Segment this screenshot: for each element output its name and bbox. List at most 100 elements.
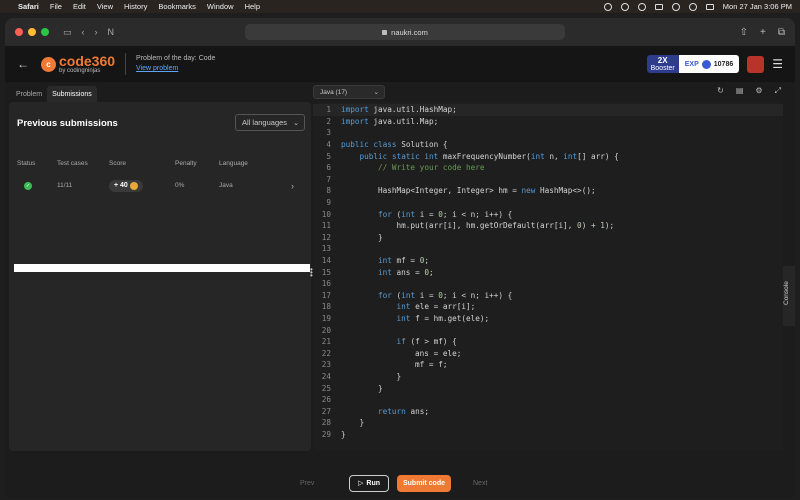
avatar[interactable]: [747, 55, 765, 73]
code-text[interactable]: if (f > mf) {: [341, 337, 457, 346]
settings-gear-icon[interactable]: ⚙: [755, 86, 762, 96]
code-text[interactable]: for (int i = 0; i < n; i++) {: [341, 210, 512, 219]
battery-icon[interactable]: [654, 3, 663, 10]
code-text[interactable]: public class Solution {: [341, 140, 448, 149]
code-line[interactable]: 3: [313, 127, 783, 139]
code-line[interactable]: 8 HashMap<Integer, Integer> hm = new Has…: [313, 185, 783, 197]
code-line[interactable]: 14 int mf = 0;: [313, 255, 783, 267]
new-tab-icon[interactable]: +: [760, 27, 766, 38]
code-line[interactable]: 22 ans = ele;: [313, 348, 783, 360]
code-text[interactable]: }: [341, 372, 402, 381]
language-filter-select[interactable]: All languages ⌄: [235, 114, 305, 131]
code-text[interactable]: int ele = arr[i];: [341, 302, 476, 311]
code-line[interactable]: 26: [313, 394, 783, 406]
next-button[interactable]: Next: [473, 475, 487, 492]
code-line[interactable]: 25 }: [313, 382, 783, 394]
wifi-icon[interactable]: [671, 2, 680, 11]
code-line[interactable]: 5 public static int maxFrequencyNumber(i…: [313, 150, 783, 162]
code-line[interactable]: 17 for (int i = 0; i < n; i++) {: [313, 290, 783, 302]
menu-file[interactable]: File: [50, 2, 62, 11]
code-line[interactable]: 10 for (int i = 0; i < n; i++) {: [313, 208, 783, 220]
spotlight-search-icon[interactable]: [688, 2, 697, 11]
code-line[interactable]: 18 int ele = arr[i];: [313, 301, 783, 313]
code-line[interactable]: 11 hm.put(arr[i], hm.getOrDefault(arr[i]…: [313, 220, 783, 232]
code-text[interactable]: HashMap<Integer, Integer> hm = new HashM…: [341, 186, 596, 195]
menu-app-name[interactable]: Safari: [18, 2, 39, 11]
code-line[interactable]: 12 }: [313, 232, 783, 244]
code-line[interactable]: 16: [313, 278, 783, 290]
notes-icon[interactable]: ▤: [736, 86, 744, 96]
menu-view[interactable]: View: [97, 2, 113, 11]
zoom-window-icon[interactable]: [41, 28, 49, 36]
code-text[interactable]: }: [341, 233, 383, 242]
menu-bookmarks[interactable]: Bookmarks: [158, 2, 196, 11]
code-text[interactable]: import java.util.Map;: [341, 117, 438, 126]
code-text[interactable]: public static int maxFrequencyNumber(int…: [341, 152, 619, 161]
code-text[interactable]: ans = ele;: [341, 349, 461, 358]
clock[interactable]: Mon 27 Jan 3:06 PM: [723, 2, 792, 11]
code-line[interactable]: 19 int f = hm.get(ele);: [313, 313, 783, 325]
code-text[interactable]: // Write your code here: [341, 163, 484, 172]
code-line[interactable]: 20: [313, 324, 783, 336]
view-problem-link[interactable]: View problem: [136, 64, 215, 74]
code-line[interactable]: 4 public class Solution {: [313, 139, 783, 151]
submit-code-button[interactable]: Submit code: [397, 474, 451, 492]
code-line[interactable]: 29}: [313, 429, 783, 441]
code-text[interactable]: int f = hm.get(ele);: [341, 314, 490, 323]
tab-problem[interactable]: Problem: [11, 86, 47, 102]
code-text[interactable]: hm.put(arr[i], hm.getOrDefault(arr[i], 0…: [341, 221, 615, 230]
table-row[interactable]: ✓ 11/11 + 40 0% Java ›: [9, 173, 311, 198]
code-line[interactable]: 2 import java.util.Map;: [313, 116, 783, 128]
code-line[interactable]: 27 return ans;: [313, 406, 783, 418]
chevron-right-icon[interactable]: ›: [291, 173, 294, 198]
sidebar-toggle-icon[interactable]: ▭: [63, 27, 72, 38]
forward-nav-icon[interactable]: ›: [95, 27, 98, 37]
code-text[interactable]: import java.util.HashMap;: [341, 105, 457, 114]
tab-overview-icon[interactable]: ⧉: [778, 27, 785, 38]
menu-help[interactable]: Help: [245, 2, 260, 11]
back-arrow-icon[interactable]: ←: [17, 57, 29, 71]
share-icon[interactable]: ⇧: [740, 27, 748, 38]
focus-icon[interactable]: [603, 2, 612, 11]
minimize-window-icon[interactable]: [28, 28, 36, 36]
menu-window[interactable]: Window: [207, 2, 234, 11]
address-bar[interactable]: naukri.com: [245, 24, 565, 40]
code-line[interactable]: 15 int ans = 0;: [313, 266, 783, 278]
reset-code-icon[interactable]: ↻: [717, 86, 724, 96]
fullscreen-icon[interactable]: ⤢: [775, 86, 781, 96]
back-nav-icon[interactable]: ‹: [82, 27, 85, 37]
code-text[interactable]: }: [341, 384, 383, 393]
code-text[interactable]: }: [341, 430, 346, 439]
code-line[interactable]: 7: [313, 174, 783, 186]
editor-language-select[interactable]: Java (17) ⌄: [313, 85, 385, 99]
code-line[interactable]: 24 }: [313, 371, 783, 383]
code-editor[interactable]: 1 import java.util.HashMap; 2 import java.u…: [313, 102, 783, 450]
code-text[interactable]: }: [341, 418, 365, 427]
menu-history[interactable]: History: [124, 2, 147, 11]
code-text[interactable]: mf = f;: [341, 360, 447, 369]
hamburger-menu-icon[interactable]: ☰: [772, 57, 783, 71]
code-line[interactable]: 28 }: [313, 417, 783, 429]
bluetooth-icon[interactable]: [620, 2, 629, 11]
code-text[interactable]: return ans;: [341, 407, 429, 416]
moon-icon[interactable]: [637, 2, 646, 11]
console-toggle[interactable]: Console: [783, 266, 795, 326]
code-line[interactable]: 1 import java.util.HashMap;: [313, 104, 783, 116]
prev-button[interactable]: Prev: [300, 475, 314, 492]
code-line[interactable]: 6 // Write your code here: [313, 162, 783, 174]
close-window-icon[interactable]: [15, 28, 23, 36]
tab-submissions[interactable]: Submissions: [47, 86, 97, 102]
code-line[interactable]: 9: [313, 197, 783, 209]
code-text[interactable]: for (int i = 0; i < n; i++) {: [341, 291, 512, 300]
notion-icon[interactable]: N: [108, 27, 115, 37]
code-line[interactable]: 23 mf = f;: [313, 359, 783, 371]
exp-widget[interactable]: 2X Booster EXP 10786: [646, 55, 740, 73]
code-line[interactable]: 13: [313, 243, 783, 255]
code-text[interactable]: int mf = 0;: [341, 256, 429, 265]
run-button[interactable]: ▷ Run: [349, 474, 389, 492]
control-center-icon[interactable]: [705, 3, 714, 10]
code-text[interactable]: int ans = 0;: [341, 268, 434, 277]
menu-edit[interactable]: Edit: [73, 2, 86, 11]
code-line[interactable]: 21 if (f > mf) {: [313, 336, 783, 348]
code360-logo[interactable]: c code360 by codingninjas: [41, 54, 115, 74]
